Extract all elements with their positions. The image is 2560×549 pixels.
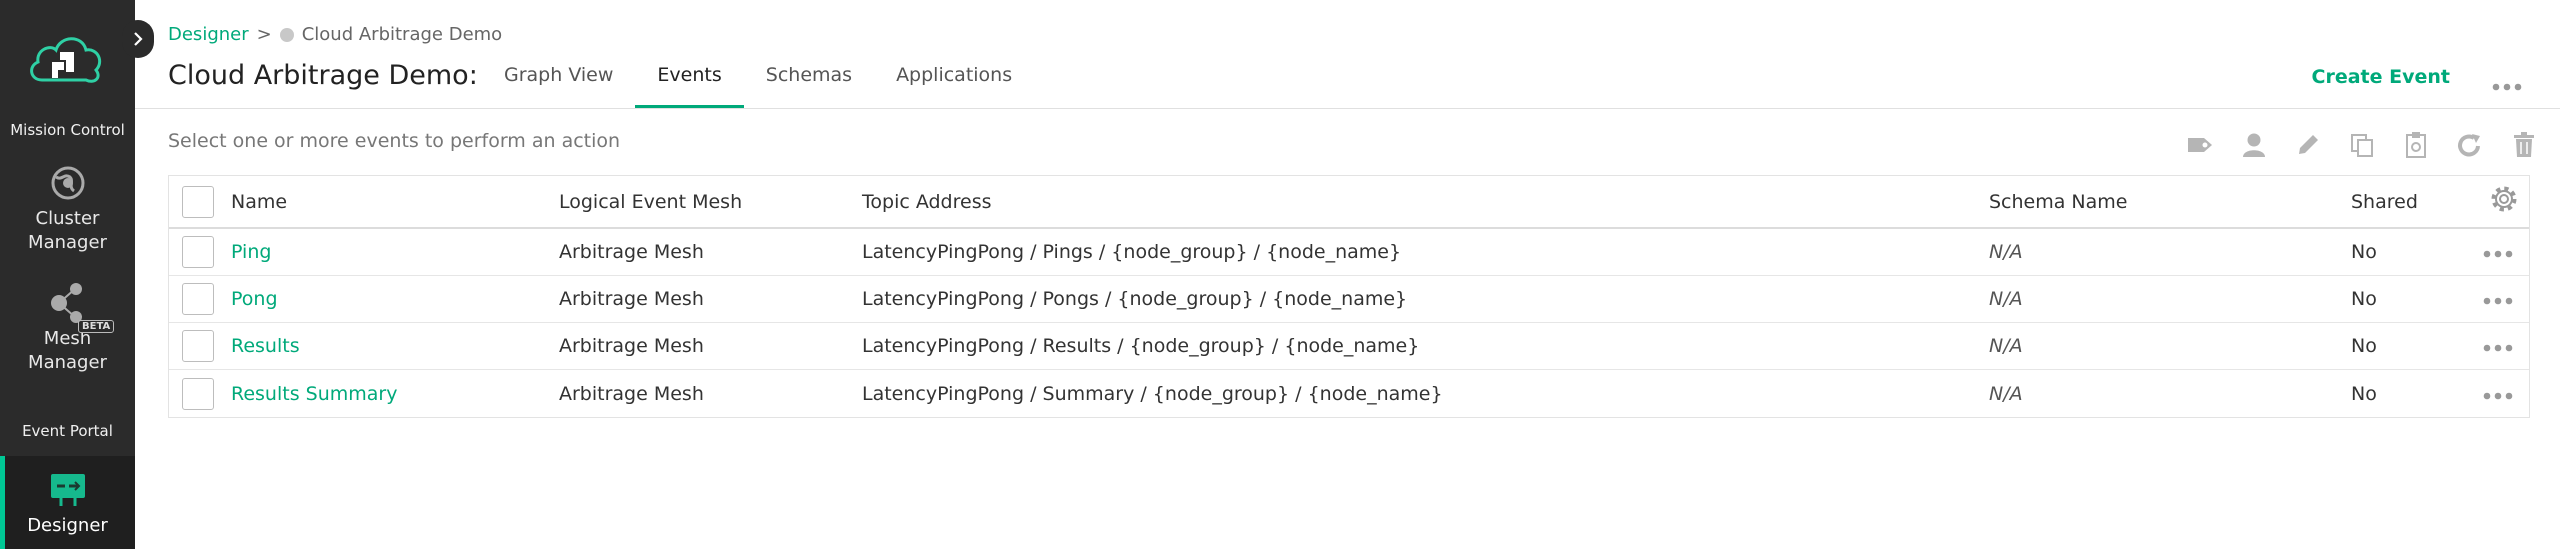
active-indicator bbox=[0, 456, 5, 549]
column-header-mesh[interactable]: Logical Event Mesh bbox=[559, 191, 742, 213]
tab-schemas[interactable]: Schemas bbox=[744, 56, 874, 108]
breadcrumb-current: Cloud Arbitrage Demo bbox=[301, 24, 503, 45]
event-shared: No bbox=[2351, 382, 2377, 405]
breadcrumb-separator: > bbox=[256, 24, 272, 45]
edit-icon[interactable] bbox=[2292, 130, 2324, 160]
mesh-nodes-icon bbox=[0, 281, 135, 327]
column-header-name[interactable]: Name bbox=[231, 191, 287, 213]
solace-logo-icon[interactable] bbox=[26, 28, 106, 90]
sidebar-section-title: Mission Control bbox=[10, 121, 125, 139]
action-toolbar bbox=[2184, 130, 2540, 160]
sidebar: Mission Control Cluster Manager BETA Mes… bbox=[0, 0, 154, 549]
event-schema: N/A bbox=[1989, 335, 2023, 357]
breadcrumb: Designer > Cloud Arbitrage Demo bbox=[168, 24, 502, 45]
event-shared: No bbox=[2351, 288, 2377, 310]
globe-gear-icon bbox=[0, 163, 135, 207]
row-checkbox[interactable] bbox=[182, 236, 214, 268]
page-title: Cloud Arbitrage Demo: bbox=[168, 60, 478, 91]
selection-hint: Select one or more events to perform an … bbox=[168, 130, 621, 152]
more-options-icon[interactable] bbox=[2492, 76, 2522, 95]
sidebar-item-label: Designer bbox=[27, 515, 108, 536]
event-schema: N/A bbox=[1989, 241, 2023, 263]
sidebar-item-label: Manager bbox=[28, 232, 107, 253]
designer-icon bbox=[0, 456, 135, 508]
breadcrumb-designer-link[interactable]: Designer bbox=[168, 24, 249, 45]
tab-graph-view[interactable]: Graph View bbox=[482, 56, 635, 108]
sidebar-item-mesh-manager[interactable]: BETA Mesh Manager bbox=[0, 281, 135, 381]
app-root: Mission Control Cluster Manager BETA Mes… bbox=[0, 0, 2560, 549]
event-shared: No bbox=[2351, 241, 2377, 263]
event-topic: LatencyPingPong / Results / {node_group}… bbox=[862, 335, 1420, 357]
status-dot-icon bbox=[279, 27, 294, 42]
row-checkbox[interactable] bbox=[182, 330, 214, 362]
tab-applications[interactable]: Applications bbox=[874, 56, 1034, 108]
tag-icon[interactable] bbox=[2184, 130, 2216, 160]
beta-badge: BETA bbox=[78, 320, 115, 333]
user-icon[interactable] bbox=[2238, 130, 2270, 160]
event-mesh: Arbitrage Mesh bbox=[559, 241, 704, 263]
header-divider bbox=[135, 108, 2560, 109]
event-name-link[interactable]: Results Summary bbox=[231, 383, 397, 405]
event-mesh: Arbitrage Mesh bbox=[559, 382, 704, 405]
clipboard-icon[interactable] bbox=[2400, 130, 2432, 160]
sidebar-item-label: Manager bbox=[28, 352, 107, 373]
event-topic: LatencyPingPong / Pongs / {node_group} /… bbox=[862, 288, 1408, 310]
main-content: Designer > Cloud Arbitrage Demo Cloud Ar… bbox=[135, 0, 2560, 549]
event-topic: LatencyPingPong / Summary / {node_group}… bbox=[862, 382, 1443, 405]
sidebar-section-title: Event Portal bbox=[22, 422, 113, 440]
tab-bar: Graph View Events Schemas Applications bbox=[482, 56, 1034, 108]
table-header-row: Name Logical Event Mesh Topic Address Sc… bbox=[169, 176, 2529, 229]
event-name-link[interactable]: Ping bbox=[231, 241, 271, 263]
sidebar-item-cluster-manager[interactable]: Cluster Manager bbox=[0, 163, 135, 263]
event-shared: No bbox=[2351, 335, 2377, 357]
table-row[interactable]: Ping Arbitrage Mesh LatencyPingPong / Pi… bbox=[169, 229, 2529, 276]
refresh-icon[interactable] bbox=[2454, 130, 2486, 160]
event-mesh: Arbitrage Mesh bbox=[559, 288, 704, 310]
event-schema: N/A bbox=[1989, 288, 2023, 310]
sidebar-item-designer[interactable]: Designer bbox=[0, 456, 135, 549]
row-more-icon[interactable] bbox=[2483, 383, 2513, 405]
column-header-topic[interactable]: Topic Address bbox=[862, 191, 992, 213]
row-more-icon[interactable] bbox=[2483, 241, 2513, 263]
event-name-link[interactable]: Results bbox=[231, 335, 300, 357]
sidebar-item-label: Mesh bbox=[43, 328, 92, 349]
tab-events[interactable]: Events bbox=[635, 56, 744, 108]
column-header-schema[interactable]: Schema Name bbox=[1989, 191, 2127, 213]
event-schema: N/A bbox=[1989, 382, 2023, 405]
copy-icon[interactable] bbox=[2346, 130, 2378, 160]
create-event-button[interactable]: Create Event bbox=[2312, 66, 2450, 88]
table-row[interactable]: Results Summary Arbitrage Mesh LatencyPi… bbox=[169, 370, 2529, 417]
event-topic: LatencyPingPong / Pings / {node_group} /… bbox=[862, 241, 1402, 263]
row-checkbox[interactable] bbox=[182, 283, 214, 315]
row-more-icon[interactable] bbox=[2483, 335, 2513, 357]
trash-icon[interactable] bbox=[2508, 130, 2540, 160]
table-row[interactable]: Results Arbitrage Mesh LatencyPingPong /… bbox=[169, 323, 2529, 370]
table-row[interactable]: Pong Arbitrage Mesh LatencyPingPong / Po… bbox=[169, 276, 2529, 323]
event-name-link[interactable]: Pong bbox=[231, 288, 278, 310]
column-settings-gear-icon[interactable] bbox=[2489, 184, 2519, 219]
column-header-shared[interactable]: Shared bbox=[2351, 191, 2418, 213]
sidebar-item-label: Cluster bbox=[35, 208, 100, 229]
row-checkbox[interactable] bbox=[182, 377, 214, 410]
select-all-checkbox[interactable] bbox=[182, 185, 214, 218]
row-more-icon[interactable] bbox=[2483, 288, 2513, 310]
events-table: Name Logical Event Mesh Topic Address Sc… bbox=[168, 175, 2530, 418]
event-mesh: Arbitrage Mesh bbox=[559, 335, 704, 357]
